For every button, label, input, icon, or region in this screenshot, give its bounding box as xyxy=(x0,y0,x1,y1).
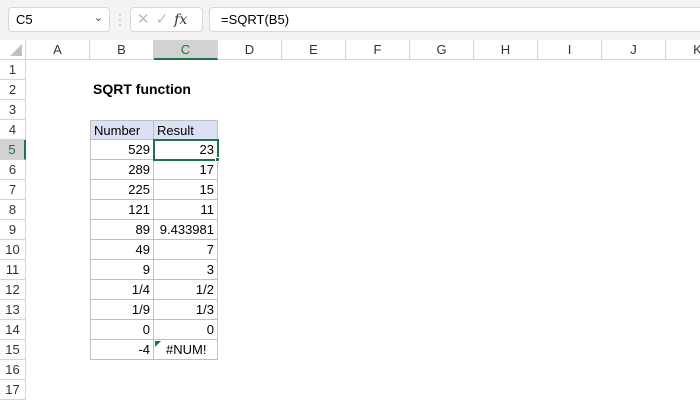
row-header-4[interactable]: 4 xyxy=(0,120,26,140)
chevron-down-icon[interactable]: ⌄ xyxy=(94,11,103,24)
row-header-13[interactable]: 13 xyxy=(0,300,26,320)
table-header-number[interactable]: Number xyxy=(90,120,154,140)
row-header-2[interactable]: 2 xyxy=(0,80,26,100)
number-cell[interactable]: 9 xyxy=(90,260,154,280)
column-header-F[interactable]: F xyxy=(346,40,410,60)
formula-bar: C5 ⌄ · · · ✕✓fx =SQRT(B5) xyxy=(0,0,700,40)
result-cell[interactable]: 0 xyxy=(154,320,218,340)
number-cell[interactable]: -4 xyxy=(90,340,154,360)
row-header-12[interactable]: 12 xyxy=(0,280,26,300)
name-box[interactable]: C5 ⌄ xyxy=(8,7,110,32)
fill-handle[interactable] xyxy=(215,157,220,162)
active-cell-border xyxy=(153,139,219,161)
row-header-10[interactable]: 10 xyxy=(0,240,26,260)
column-header-G[interactable]: G xyxy=(410,40,474,60)
number-cell[interactable]: 529 xyxy=(90,140,154,160)
number-cell[interactable]: 1/4 xyxy=(90,280,154,300)
result-cell[interactable]: 1/3 xyxy=(154,300,218,320)
table-header-result[interactable]: Result xyxy=(154,120,218,140)
result-cell[interactable]: 17 xyxy=(154,160,218,180)
name-box-value: C5 xyxy=(16,12,33,27)
number-cell[interactable]: 289 xyxy=(90,160,154,180)
number-cell[interactable]: 225 xyxy=(90,180,154,200)
row-header-8[interactable]: 8 xyxy=(0,200,26,220)
column-header-B[interactable]: B xyxy=(90,40,154,60)
row-header-14[interactable]: 14 xyxy=(0,320,26,340)
row-header-3[interactable]: 3 xyxy=(0,100,26,120)
column-header-A[interactable]: A xyxy=(26,40,90,60)
number-cell[interactable]: 121 xyxy=(90,200,154,220)
column-header-I[interactable]: I xyxy=(538,40,602,60)
select-all-button[interactable] xyxy=(0,40,26,60)
result-cell[interactable]: 11 xyxy=(154,200,218,220)
result-cell[interactable]: 9.433981 xyxy=(154,220,218,240)
row-header-17[interactable]: 17 xyxy=(0,380,26,400)
enter-icon[interactable]: ✓ xyxy=(156,11,175,28)
result-cell[interactable]: 3 xyxy=(154,260,218,280)
row-header-15[interactable]: 15 xyxy=(0,340,26,360)
formula-buttons: ✕✓fx xyxy=(130,7,203,32)
row-header-6[interactable]: 6 xyxy=(0,160,26,180)
drag-handle-icon[interactable]: · · · xyxy=(118,8,122,30)
row-header-11[interactable]: 11 xyxy=(0,260,26,280)
column-header-K[interactable]: K xyxy=(666,40,700,60)
cancel-icon[interactable]: ✕ xyxy=(137,11,156,28)
number-cell[interactable]: 1/9 xyxy=(90,300,154,320)
sheet-title: SQRT function xyxy=(93,81,191,97)
result-cell[interactable]: 7 xyxy=(154,240,218,260)
error-indicator-icon[interactable] xyxy=(155,341,161,347)
number-cell[interactable]: 89 xyxy=(90,220,154,240)
row-header-9[interactable]: 9 xyxy=(0,220,26,240)
column-header-J[interactable]: J xyxy=(602,40,666,60)
number-cell[interactable]: 0 xyxy=(90,320,154,340)
result-cell[interactable]: 15 xyxy=(154,180,218,200)
number-cell[interactable]: 49 xyxy=(90,240,154,260)
column-header-C[interactable]: C xyxy=(154,40,218,60)
row-header-16[interactable]: 16 xyxy=(0,360,26,380)
result-cell[interactable]: 1/2 xyxy=(154,280,218,300)
formula-input[interactable]: =SQRT(B5) xyxy=(209,7,700,32)
row-header-1[interactable]: 1 xyxy=(0,60,26,80)
row-header-5[interactable]: 5 xyxy=(0,140,26,160)
row-header-7[interactable]: 7 xyxy=(0,180,26,200)
column-header-D[interactable]: D xyxy=(218,40,282,60)
column-header-E[interactable]: E xyxy=(282,40,346,60)
column-header-H[interactable]: H xyxy=(474,40,538,60)
insert-function-icon[interactable]: fx xyxy=(174,12,187,28)
result-cell[interactable]: #NUM! xyxy=(154,340,218,360)
